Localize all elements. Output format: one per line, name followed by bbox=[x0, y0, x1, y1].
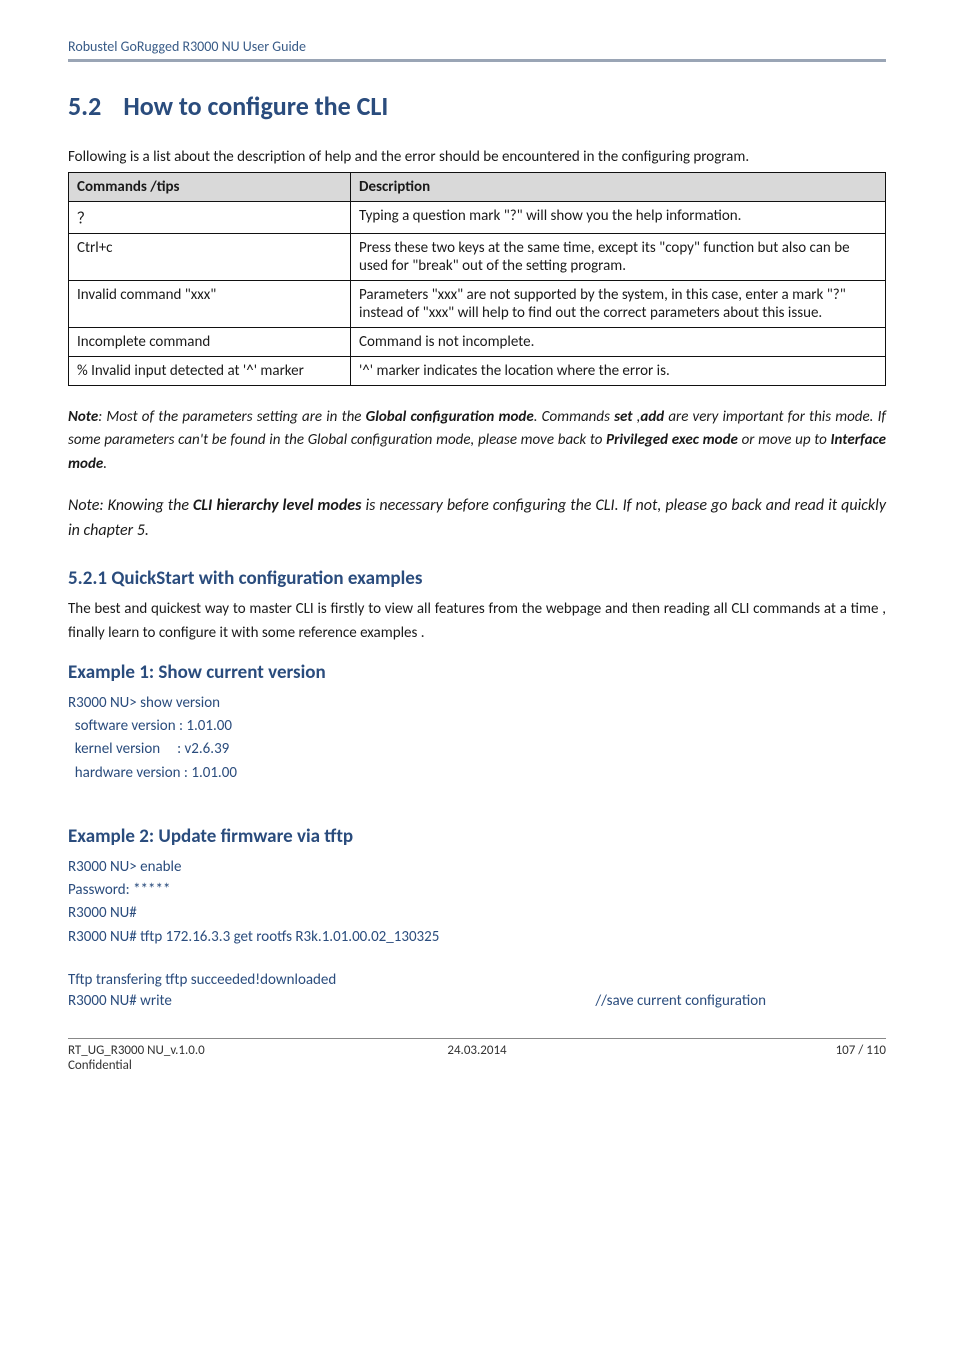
example2-heading: Example 2: Update firmware via tftp bbox=[68, 825, 886, 848]
footer-rule bbox=[68, 1038, 886, 1039]
footer-left: RT_UG_R3000 NU_v.1.0.0 bbox=[68, 1043, 341, 1058]
section-heading: 5.2 How to configure the CLI bbox=[68, 90, 886, 122]
table-row: % Invalid input detected at '^' marker '… bbox=[69, 357, 886, 386]
example2-cli-block1: R3000 NU> enable Password: ***** R3000 N… bbox=[68, 856, 886, 949]
cell-desc: Command is not incomplete. bbox=[351, 328, 886, 357]
table-row: ？ Typing a question mark "?" will show y… bbox=[69, 202, 886, 234]
write-comment: //save current configuration bbox=[595, 992, 886, 1010]
cell-cmd: ？ bbox=[69, 202, 351, 234]
subsection-521: 5.2.1 QuickStart with configuration exam… bbox=[68, 567, 886, 590]
lead-paragraph: Following is a list about the descriptio… bbox=[68, 148, 886, 166]
footer: RT_UG_R3000 NU_v.1.0.0 24.03.2014 107 / … bbox=[68, 1043, 886, 1058]
section-number: 5.2 bbox=[68, 90, 101, 122]
commands-table: Commands /tips Description ？ Typing a qu… bbox=[68, 172, 886, 386]
cell-desc: Typing a question mark "?" will show you… bbox=[351, 202, 886, 234]
cell-cmd: Incomplete command bbox=[69, 328, 351, 357]
cell-desc: Press these two keys at the same time, e… bbox=[351, 234, 886, 281]
table-row: Incomplete command Command is not incomp… bbox=[69, 328, 886, 357]
footer-mid: 24.03.2014 bbox=[341, 1043, 614, 1058]
example2-cli-block2: Tftp transfering tftp succeeded!download… bbox=[68, 969, 886, 992]
table-row: Invalid command "xxx" Parameters "xxx" a… bbox=[69, 281, 886, 328]
cell-desc: '^' marker indicates the location where … bbox=[351, 357, 886, 386]
sub521-para: The best and quickest way to master CLI … bbox=[68, 598, 886, 645]
write-cmd: R3000 NU# write bbox=[68, 992, 172, 1010]
th-description: Description bbox=[351, 173, 886, 202]
head-rule bbox=[68, 59, 886, 62]
section-title: How to configure the CLI bbox=[123, 90, 388, 122]
footer-right: 107 / 110 bbox=[613, 1043, 886, 1058]
example1-heading: Example 1: Show current version bbox=[68, 661, 886, 684]
cell-cmd: Invalid command "xxx" bbox=[69, 281, 351, 328]
running-head: Robustel GoRugged R3000 NU User Guide bbox=[68, 38, 886, 55]
example2-write-row: R3000 NU# write //save current configura… bbox=[68, 992, 886, 1010]
footer-confidential: Confidential bbox=[68, 1058, 886, 1073]
note2-paragraph: Note: Knowing the CLI hierarchy level mo… bbox=[68, 494, 886, 544]
table-row: Ctrl+c Press these two keys at the same … bbox=[69, 234, 886, 281]
cell-cmd: Ctrl+c bbox=[69, 234, 351, 281]
cell-desc: Parameters "xxx" are not supported by th… bbox=[351, 281, 886, 328]
th-commands: Commands /tips bbox=[69, 173, 351, 202]
cell-cmd: % Invalid input detected at '^' marker bbox=[69, 357, 351, 386]
example1-cli: R3000 NU> show version software version … bbox=[68, 692, 886, 785]
note-paragraph: Note: Most of the parameters setting are… bbox=[68, 406, 886, 476]
table-header-row: Commands /tips Description bbox=[69, 173, 886, 202]
